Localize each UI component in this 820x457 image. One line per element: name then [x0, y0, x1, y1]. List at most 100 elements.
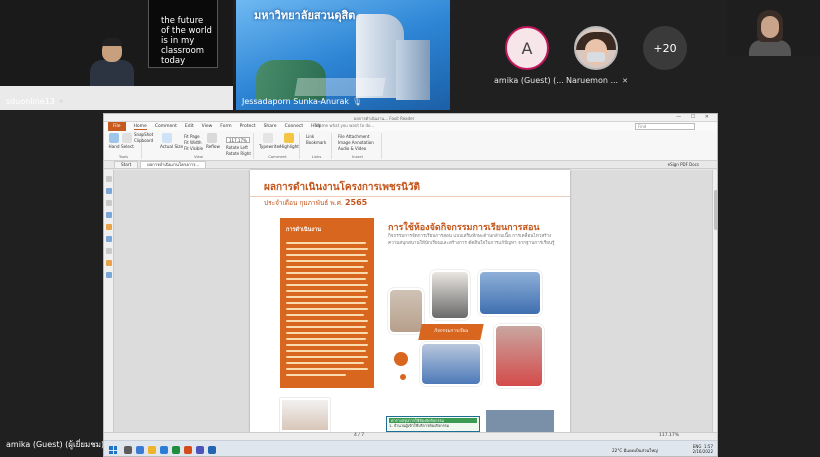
typewriter-icon	[263, 133, 273, 143]
left-panel-toolbar	[104, 170, 114, 432]
self-video-tile[interactable]	[727, 0, 820, 56]
link-label: Link	[306, 134, 315, 139]
text-line	[286, 266, 364, 268]
rotate-left-button[interactable]: Rotate Left	[226, 145, 248, 150]
signature-icon[interactable]	[105, 248, 112, 254]
menu-file[interactable]: File	[108, 122, 126, 131]
actual-size-button[interactable]: Actual Size	[160, 133, 183, 149]
activity-photo	[494, 324, 544, 388]
highlight-button[interactable]: Highlight	[280, 133, 299, 149]
typewriter-button[interactable]: Typewriter	[259, 133, 281, 149]
text-line	[286, 308, 368, 310]
meeting-window: the future of the world is in my classro…	[0, 0, 820, 457]
bookmark-label: Bookmark	[306, 140, 327, 145]
attachments-icon[interactable]	[105, 224, 112, 230]
cursor-icon	[122, 133, 132, 143]
text-line	[286, 338, 366, 340]
text-line	[286, 248, 368, 250]
highlight-label: Highlight	[280, 144, 299, 149]
find-input[interactable]: Find	[635, 123, 695, 130]
scroll-thumb[interactable]	[714, 190, 717, 230]
more-participants-button[interactable]: +20	[643, 26, 687, 70]
word-icon[interactable]	[208, 446, 216, 454]
weather-widget[interactable]: 22°C มีแดดเป็นส่วนใหญ่	[612, 447, 658, 454]
pin-icon[interactable]: ✦	[58, 97, 65, 106]
participant-tile-host[interactable]: the future of the world is in my classro…	[0, 0, 233, 110]
group-label: View	[193, 154, 203, 159]
select-button[interactable]: Select	[121, 133, 134, 149]
text-line	[286, 362, 364, 364]
file-explorer-icon[interactable]	[148, 446, 156, 454]
help-search[interactable]: Tell me what you want to do...	[314, 123, 374, 128]
text-line	[286, 242, 366, 244]
app-title: ผลการดำเนินงาน... Foxit Reader	[354, 116, 415, 121]
chrome-icon[interactable]	[172, 446, 180, 454]
link-button[interactable]: Link	[306, 134, 314, 139]
image-annotation-button[interactable]: Image Annotation	[338, 140, 374, 145]
document-tabs: Start ผลการดำเนินงานโครงการ... eSign PDF…	[104, 161, 717, 169]
menu-protect[interactable]: Protect	[240, 124, 256, 129]
tools-icon[interactable]	[105, 272, 112, 278]
participant-tile-presenter[interactable]: มหาวิทยาลัยสวนดุสิต Jessadaporn Sunka-An…	[236, 0, 450, 110]
clock-date: 2/16/2022	[692, 449, 713, 454]
tab-start[interactable]: Start	[114, 161, 139, 168]
menu-share[interactable]: Share	[264, 124, 277, 129]
teams-icon[interactable]	[196, 446, 204, 454]
board-line: today	[161, 56, 186, 66]
menu-connect[interactable]: Connect	[285, 124, 304, 129]
section-text: กิจกรรมการจัดการเรียนการสอน แบบเสริมทักษ…	[388, 234, 555, 246]
page-subtitle: ประจำเดือน กุมภาพันธ์ พ.ศ. 2565	[264, 198, 367, 208]
zoom-input[interactable]: 117.17%	[226, 137, 250, 143]
kids-photo	[280, 398, 330, 432]
windows-start-icon[interactable]	[109, 446, 117, 454]
audio-video-button[interactable]: Audio & Video	[338, 146, 366, 151]
reflow-button[interactable]: Reflow	[206, 133, 220, 149]
task-view-icon[interactable]	[136, 446, 144, 454]
esign-button[interactable]: eSign PDF Docs	[668, 162, 699, 167]
menu-comment[interactable]: Comment	[155, 124, 177, 129]
fit-width-label: Fit Width	[184, 140, 202, 145]
fit-width-button[interactable]: Fit Width	[184, 140, 202, 145]
amika-name: amika (Guest) (...	[494, 76, 564, 85]
hand-button[interactable]: Hand	[108, 133, 120, 149]
board-line: is in my	[161, 36, 195, 46]
ribbon-group-comment: Typewriter Highlight Comment	[256, 133, 300, 159]
vertical-scrollbar[interactable]	[712, 170, 717, 432]
link-icon[interactable]	[105, 236, 112, 242]
menu-edit[interactable]: Edit	[185, 124, 194, 129]
page-indicator[interactable]: 4 / 7	[354, 433, 364, 438]
avatar-initial: A	[521, 38, 533, 58]
fit-visible-button[interactable]: Fit Visible	[184, 146, 203, 151]
file-attachment-button[interactable]: File Attachment	[338, 134, 369, 139]
text-line	[286, 284, 368, 286]
tab-document[interactable]: ผลการดำเนินงานโครงการ...	[140, 161, 207, 168]
zoom-indicator[interactable]: 117.17%	[659, 433, 679, 438]
subtitle-year: 2565	[344, 198, 368, 207]
search-icon[interactable]	[124, 446, 132, 454]
edge-icon[interactable]	[160, 446, 168, 454]
avatar-naruemon[interactable]	[574, 26, 618, 70]
layers-icon[interactable]	[105, 200, 112, 206]
ribbon-group-insert: File Attachment Image Annotation Audio &…	[334, 133, 382, 159]
comments-icon[interactable]	[105, 212, 112, 218]
image-annotation-label: Image Annotation	[338, 140, 374, 145]
file-attachment-label: File Attachment	[338, 134, 370, 139]
fit-page-label: Fit Page	[184, 134, 200, 139]
bookmark-button[interactable]: Bookmark	[306, 140, 326, 145]
reflow-label: Reflow	[206, 144, 220, 149]
select-label: Select	[121, 144, 134, 149]
menu-form[interactable]: Form	[220, 124, 231, 129]
fit-page-button[interactable]: Fit Page	[184, 134, 200, 139]
menu-view[interactable]: View	[202, 124, 213, 129]
highlight-icon	[284, 133, 294, 143]
window-controls[interactable]: — ☐ ✕	[676, 114, 713, 120]
participant-name: Jessadaporn Sunka-Anurak 🎙	[242, 97, 362, 106]
lock-icon[interactable]	[105, 260, 112, 266]
system-tray[interactable]: ENG 1:57 2/16/2022	[692, 444, 713, 454]
bookmark-icon[interactable]	[105, 188, 112, 194]
foxit-icon[interactable]	[184, 446, 192, 454]
avatar-amika[interactable]: A	[505, 26, 549, 70]
activity-photo	[430, 270, 470, 320]
menu-home[interactable]: Home	[133, 124, 147, 130]
pages-icon[interactable]	[105, 176, 112, 182]
